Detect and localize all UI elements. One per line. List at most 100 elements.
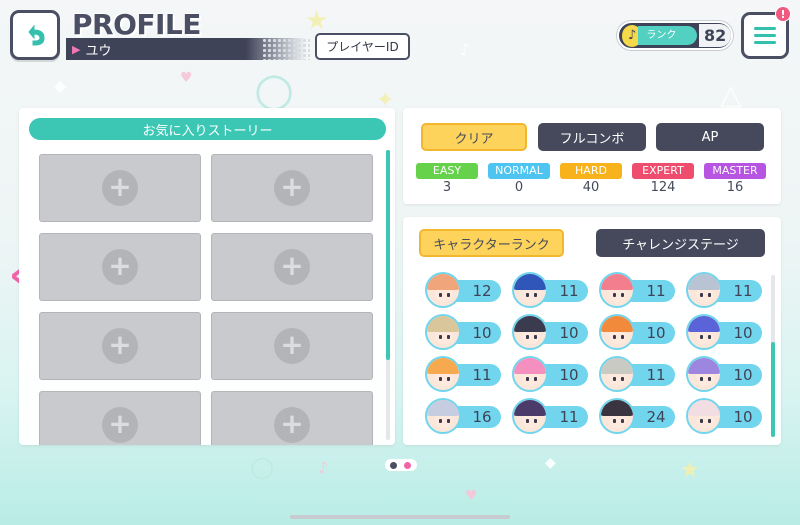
character-rank-item[interactable]: 16 xyxy=(425,398,505,434)
character-avatar xyxy=(425,272,461,308)
story-slot[interactable]: + xyxy=(39,154,201,222)
difficulty-master-count: 16 xyxy=(726,180,744,195)
background-ring-icon: ○ xyxy=(250,450,275,483)
page-dot[interactable] xyxy=(390,462,397,469)
character-avatar xyxy=(512,272,548,308)
character-rank-value: 24 xyxy=(646,408,666,426)
difficulty-expert-count: 124 xyxy=(650,180,676,195)
background-star-icon: ★ xyxy=(305,6,329,36)
character-rank-item[interactable]: 10 xyxy=(512,314,592,350)
rank-label: ランク xyxy=(638,26,697,45)
character-rank-value: 10 xyxy=(646,324,666,342)
character-rank-item[interactable]: 10 xyxy=(686,398,766,434)
difficulty-easy-label: EASY xyxy=(416,163,478,179)
tab-ap[interactable]: AP xyxy=(656,123,764,151)
tab-full-combo[interactable]: フルコンボ xyxy=(538,123,646,151)
character-avatar xyxy=(425,314,461,350)
page-indicator xyxy=(385,459,417,471)
player-id-button[interactable]: プレイヤーID xyxy=(315,33,410,60)
story-slot[interactable]: + xyxy=(211,154,373,222)
character-rank-value: 11 xyxy=(559,282,579,300)
hamburger-icon xyxy=(754,27,776,30)
add-icon: + xyxy=(274,249,310,285)
difficulty-master-label: MASTER xyxy=(704,163,766,179)
character-rank-value: 11 xyxy=(646,282,666,300)
character-avatar xyxy=(599,398,635,434)
character-avatar xyxy=(599,356,635,392)
story-slot[interactable]: + xyxy=(211,233,373,301)
halftone-decoration xyxy=(262,38,310,60)
character-rank-value: 12 xyxy=(472,282,492,300)
character-rank-item[interactable]: 10 xyxy=(599,314,679,350)
background-heart-icon: ♥ xyxy=(180,70,193,86)
character-rank-value: 10 xyxy=(733,324,753,342)
difficulty-normal-label: NORMAL xyxy=(488,163,550,179)
character-rank-item[interactable]: 11 xyxy=(512,272,592,308)
story-slot[interactable]: + xyxy=(211,391,373,445)
page-dot-active[interactable] xyxy=(404,462,411,469)
difficulty-hard-count: 40 xyxy=(582,180,600,195)
tab-clear[interactable]: クリア xyxy=(421,123,527,151)
character-avatar xyxy=(425,398,461,434)
character-rank-value: 10 xyxy=(472,324,492,342)
character-avatar xyxy=(599,272,635,308)
difficulty-hard-label: HARD xyxy=(560,163,622,179)
character-rank-value: 11 xyxy=(733,282,753,300)
username: ユウ xyxy=(85,43,112,59)
character-rank-item[interactable]: 11 xyxy=(599,272,679,308)
character-rank-item[interactable]: 10 xyxy=(686,356,766,392)
character-rank-item[interactable]: 11 xyxy=(599,356,679,392)
add-icon: + xyxy=(274,170,310,206)
difficulty-easy-count: 3 xyxy=(442,180,452,195)
character-avatar xyxy=(686,272,722,308)
character-rank-item[interactable]: 24 xyxy=(599,398,679,434)
character-avatar xyxy=(512,314,548,350)
character-rank-value: 10 xyxy=(559,366,579,384)
character-avatar xyxy=(425,356,461,392)
add-icon: + xyxy=(274,328,310,364)
difficulty-normal-count: 0 xyxy=(514,180,524,195)
home-indicator xyxy=(290,515,510,519)
character-rank-value: 10 xyxy=(559,324,579,342)
character-rank-item[interactable]: 11 xyxy=(686,272,766,308)
character-rank-value: 10 xyxy=(733,408,753,426)
character-avatar xyxy=(686,356,722,392)
story-slot[interactable]: + xyxy=(211,312,373,380)
notification-badge: ! xyxy=(775,6,791,22)
character-rank-scrollbar-thumb[interactable] xyxy=(771,342,775,437)
background-star-icon: ★ xyxy=(680,458,700,483)
character-avatar xyxy=(686,314,722,350)
character-rank-item[interactable]: 10 xyxy=(512,356,592,392)
favorites-scrollbar-thumb[interactable] xyxy=(386,150,390,360)
character-rank-item[interactable]: 10 xyxy=(686,314,766,350)
triangle-icon: ▶ xyxy=(72,42,81,56)
character-rank-item[interactable]: 11 xyxy=(512,398,592,434)
character-rank-item[interactable]: 11 xyxy=(425,356,505,392)
story-slot[interactable]: + xyxy=(39,233,201,301)
add-icon: + xyxy=(102,328,138,364)
character-rank-value: 16 xyxy=(472,408,492,426)
rank-value: 82 xyxy=(699,24,731,47)
character-rank-item[interactable]: 10 xyxy=(425,314,505,350)
tab-character-rank[interactable]: キャラクターランク xyxy=(419,229,564,257)
background-note-icon: ♪ xyxy=(460,40,471,59)
add-icon: + xyxy=(102,407,138,443)
character-rank-value: 11 xyxy=(472,366,492,384)
page-title: PROFILE xyxy=(72,8,201,41)
character-rank-value: 10 xyxy=(733,366,753,384)
character-rank-value: 11 xyxy=(559,408,579,426)
add-icon: + xyxy=(102,170,138,206)
background-heart-icon: ♥ xyxy=(465,488,478,504)
story-slot[interactable]: + xyxy=(39,391,201,445)
favorite-stories-title: お気に入りストーリー xyxy=(29,118,386,140)
character-rank-value: 11 xyxy=(646,366,666,384)
tab-challenge-stage[interactable]: チャレンジステージ xyxy=(596,229,765,257)
add-icon: + xyxy=(102,249,138,285)
character-avatar xyxy=(686,398,722,434)
character-rank-item[interactable]: 12 xyxy=(425,272,505,308)
profile-header: PROFILE ▶ ユウ xyxy=(66,8,310,62)
background-triangle-icon: △ xyxy=(720,78,742,111)
back-button[interactable] xyxy=(10,10,60,60)
story-slot[interactable]: + xyxy=(39,312,201,380)
background-diamond-icon: ◆ xyxy=(54,76,67,95)
